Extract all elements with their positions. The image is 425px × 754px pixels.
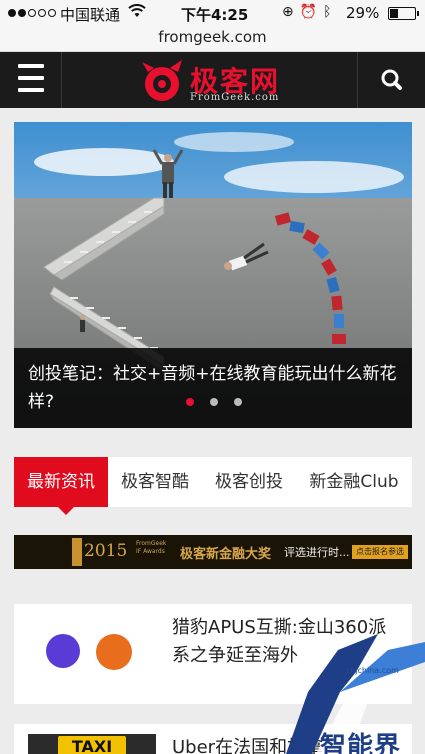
status-icons: ⊕⏰ᛒ <box>282 4 338 20</box>
carousel-dot[interactable] <box>210 398 218 406</box>
awards-ad-banner[interactable]: 2015 FromGeek IF Awards 极客新金融大奖 评选进行时...… <box>14 535 412 569</box>
banner-caption[interactable]: 创投笔记：社交+音频+在线教育能玩出什么新花样? <box>14 348 412 428</box>
trophy-icon <box>72 538 82 566</box>
hamburger-icon <box>18 64 44 68</box>
wifi-icon <box>128 4 146 22</box>
cheetah-app-icon <box>96 634 132 670</box>
status-bar: 中国联通 下午4:25 ⊕⏰ᛒ 29% <box>0 0 425 26</box>
carousel-dot[interactable] <box>234 398 242 406</box>
article-thumbnail: TAXI <box>28 734 156 754</box>
tab-new-finance-club[interactable]: 新金融Club <box>296 457 412 507</box>
tab-geek-venture[interactable]: 极客创投 <box>202 457 296 507</box>
signal-strength-icon <box>8 9 56 17</box>
watermark-name: 智能界 <box>320 732 402 754</box>
battery-icon <box>388 7 419 20</box>
carousel-indicators <box>186 398 242 406</box>
ad-small-line: IF Awards <box>136 548 165 555</box>
ad-selection-text: 评选进行时... <box>284 546 350 559</box>
carousel-dot[interactable] <box>186 398 194 406</box>
hamburger-line <box>18 76 44 80</box>
apus-app-icon <box>46 634 80 668</box>
menu-button[interactable] <box>0 52 62 108</box>
banner-headline[interactable]: 创投笔记：社交+音频+在线教育能玩出什么新花样? <box>28 360 398 416</box>
bluetooth-icon: ᛒ <box>323 4 338 20</box>
search-icon <box>381 69 402 90</box>
hamburger-line <box>18 88 44 92</box>
watermark-site: znjchina.com <box>346 666 399 675</box>
alarm-icon: ⏰ <box>299 4 324 20</box>
site-logo[interactable]: 极客网 FromGeek.com <box>140 58 290 104</box>
ad-year: 2015 <box>84 541 128 561</box>
tab-latest-news[interactable]: 最新资讯 <box>14 457 108 515</box>
watermark-logo: znjchina.com 智能界 <box>278 632 425 754</box>
logo-subtitle: FromGeek.com <box>190 92 280 103</box>
ad-small-text: FromGeek IF Awards <box>136 540 166 556</box>
rotation-lock-icon: ⊕ <box>282 4 300 20</box>
carrier-name: 中国联通 <box>60 6 121 24</box>
featured-carousel[interactable]: 创投笔记：社交+音频+在线教育能玩出什么新花样? <box>14 122 412 428</box>
search-button[interactable] <box>357 52 425 108</box>
logo-mark-icon <box>142 60 182 101</box>
ad-title: 极客新金融大奖 <box>180 547 272 562</box>
battery-percent: 29% <box>346 4 380 22</box>
ad-apply-button[interactable]: 点击报名参选 <box>352 545 408 559</box>
address-bar[interactable]: fromgeek.com <box>0 26 425 52</box>
category-tabs: 最新资讯 极客智酷 极客创投 新金融Club <box>14 457 412 515</box>
tab-geek-think-tank[interactable]: 极客智酷 <box>108 457 202 507</box>
taxi-sign: TAXI <box>58 736 126 754</box>
ad-small-line: FromGeek <box>136 540 167 547</box>
clock: 下午4:25 <box>181 6 249 24</box>
site-header: 极客网 FromGeek.com <box>0 52 425 108</box>
